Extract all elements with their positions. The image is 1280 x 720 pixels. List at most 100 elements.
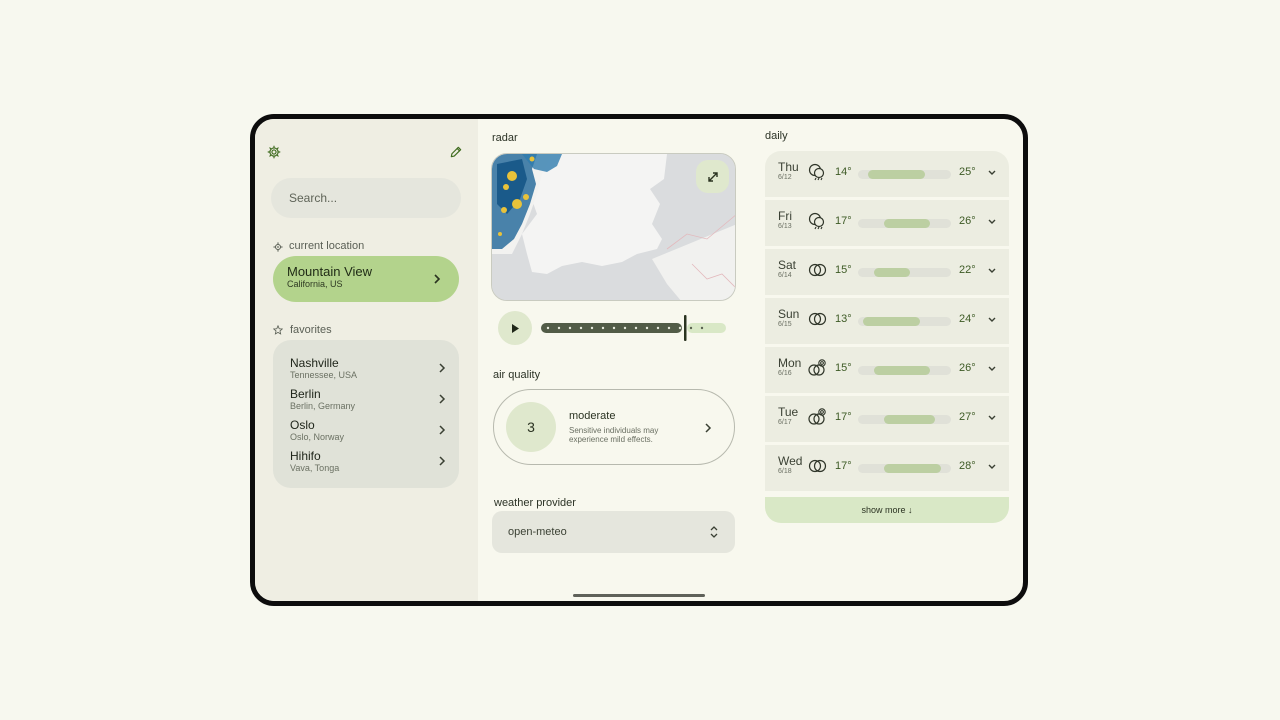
current-location-sub: California, US <box>287 279 343 289</box>
favorite-name: Berlin <box>290 387 321 401</box>
favorite-sub: Berlin, Germany <box>290 401 356 411</box>
chevron-down-icon <box>988 366 996 371</box>
expand-icon <box>707 171 718 182</box>
day-low-temp: 17° <box>835 411 852 423</box>
star-icon <box>273 325 283 335</box>
unfold-icon <box>710 526 718 538</box>
day-high-temp: 24° <box>959 313 976 325</box>
daily-row[interactable]: Thu 6/12 14° 25° <box>765 151 1009 197</box>
day-date: 6/17 <box>778 419 792 426</box>
rain-icon <box>808 163 825 181</box>
home-indicator <box>573 594 705 597</box>
radar-timeline-slider[interactable] <box>541 315 726 341</box>
favorite-sub: Tennessee, USA <box>290 370 358 380</box>
chevron-right-icon <box>439 425 446 435</box>
day-date: 6/18 <box>778 468 792 475</box>
chevron-down-icon <box>988 170 996 175</box>
current-location-label: current location <box>289 240 365 252</box>
search-placeholder: Search... <box>289 191 338 205</box>
day-date: 6/12 <box>778 174 792 181</box>
temp-range-track <box>858 415 951 424</box>
cloudy-icon <box>808 459 827 473</box>
favorite-item[interactable]: Hihifo Vava, Tonga <box>290 450 450 478</box>
daily-row[interactable]: Mon 6/16 15° 26° <box>765 347 1009 393</box>
day-name: Mon <box>778 356 802 370</box>
rain-icon <box>808 212 825 230</box>
daily-row[interactable]: Sat 6/14 15° 22° <box>765 249 1009 295</box>
daily-row[interactable]: Wed 6/18 17° 28° <box>765 445 1009 491</box>
partly-sunny-icon <box>808 359 826 376</box>
weather-provider-label: weather provider <box>494 497 576 509</box>
day-low-temp: 15° <box>835 362 852 374</box>
chevron-down-icon <box>988 464 996 469</box>
chevron-down-icon <box>988 415 996 420</box>
temp-range-fill <box>883 415 936 424</box>
favorite-item[interactable]: Oslo Oslo, Norway <box>290 419 450 447</box>
temp-range-fill <box>883 219 931 228</box>
temp-range-fill <box>873 366 931 375</box>
air-quality-label: air quality <box>493 369 541 381</box>
day-low-temp: 17° <box>835 460 852 472</box>
day-high-temp: 22° <box>959 264 976 276</box>
air-quality-level: moderate <box>569 410 616 422</box>
play-icon <box>512 323 519 333</box>
day-date: 6/15 <box>778 321 792 328</box>
day-high-temp: 27° <box>959 411 976 423</box>
day-high-temp: 25° <box>959 166 976 178</box>
day-high-temp: 26° <box>959 362 976 374</box>
favorite-item[interactable]: Nashville Tennessee, USA <box>290 357 450 385</box>
air-quality-desc-2: experience mild effects. <box>569 435 653 444</box>
weather-provider-select[interactable]: open-meteo <box>492 511 735 553</box>
daily-label: daily <box>765 130 788 142</box>
day-low-temp: 15° <box>835 264 852 276</box>
radar-play-button[interactable] <box>498 311 532 345</box>
temp-range-fill <box>873 268 910 277</box>
temp-range-fill <box>863 317 920 326</box>
day-low-temp: 13° <box>835 313 852 325</box>
sidebar: Search... current location Mountain View… <box>255 119 478 601</box>
daily-row[interactable]: Tue 6/17 17° 27° <box>765 396 1009 442</box>
chevron-down-icon <box>988 317 996 322</box>
chevron-down-icon <box>988 219 996 224</box>
day-date: 6/13 <box>778 223 792 230</box>
location-icon <box>273 242 283 252</box>
gear-icon[interactable] <box>267 145 281 159</box>
day-name: Tue <box>778 405 799 419</box>
day-date: 6/16 <box>778 370 792 377</box>
current-location-card[interactable]: Mountain View California, US <box>273 256 459 302</box>
favorite-sub: Vava, Tonga <box>290 463 340 473</box>
chevron-right-icon <box>439 394 446 404</box>
cloudy-icon <box>808 312 827 326</box>
partly-sunny-icon <box>808 408 826 425</box>
favorites-label: favorites <box>290 324 332 336</box>
temp-range-track <box>858 464 951 473</box>
show-more-button[interactable]: show more ↓ <box>765 497 1009 523</box>
chevron-right-icon <box>705 423 712 433</box>
air-quality-card[interactable]: 3 moderate Sensitive individuals may exp… <box>493 389 735 465</box>
edit-icon[interactable] <box>449 145 463 159</box>
chevron-down-icon <box>988 268 996 273</box>
expand-map-button[interactable] <box>696 160 729 193</box>
day-name: Sun <box>778 307 800 321</box>
current-location-name: Mountain View <box>287 264 373 279</box>
temp-range-track <box>858 317 951 326</box>
favorite-name: Nashville <box>290 356 339 370</box>
day-high-temp: 28° <box>959 460 976 472</box>
favorite-item[interactable]: Berlin Berlin, Germany <box>290 388 450 416</box>
day-name: Wed <box>778 454 803 468</box>
daily-row[interactable]: Sun 6/15 13° 24° <box>765 298 1009 344</box>
day-low-temp: 17° <box>835 215 852 227</box>
day-low-temp: 14° <box>835 166 852 178</box>
day-name: Fri <box>778 209 792 223</box>
day-high-temp: 26° <box>959 215 976 227</box>
favorite-name: Oslo <box>290 418 315 432</box>
favorites-list: Nashville Tennessee, USA Berlin Berlin, … <box>273 340 459 488</box>
search-input[interactable]: Search... <box>271 178 461 218</box>
temp-range-track <box>858 219 951 228</box>
temp-range-track <box>858 268 951 277</box>
day-name: Thu <box>778 160 799 174</box>
favorite-sub: Oslo, Norway <box>290 432 345 442</box>
daily-row[interactable]: Fri 6/13 17° 26° <box>765 200 1009 246</box>
weather-provider-value: open-meteo <box>508 526 567 538</box>
chevron-right-icon <box>439 363 446 373</box>
